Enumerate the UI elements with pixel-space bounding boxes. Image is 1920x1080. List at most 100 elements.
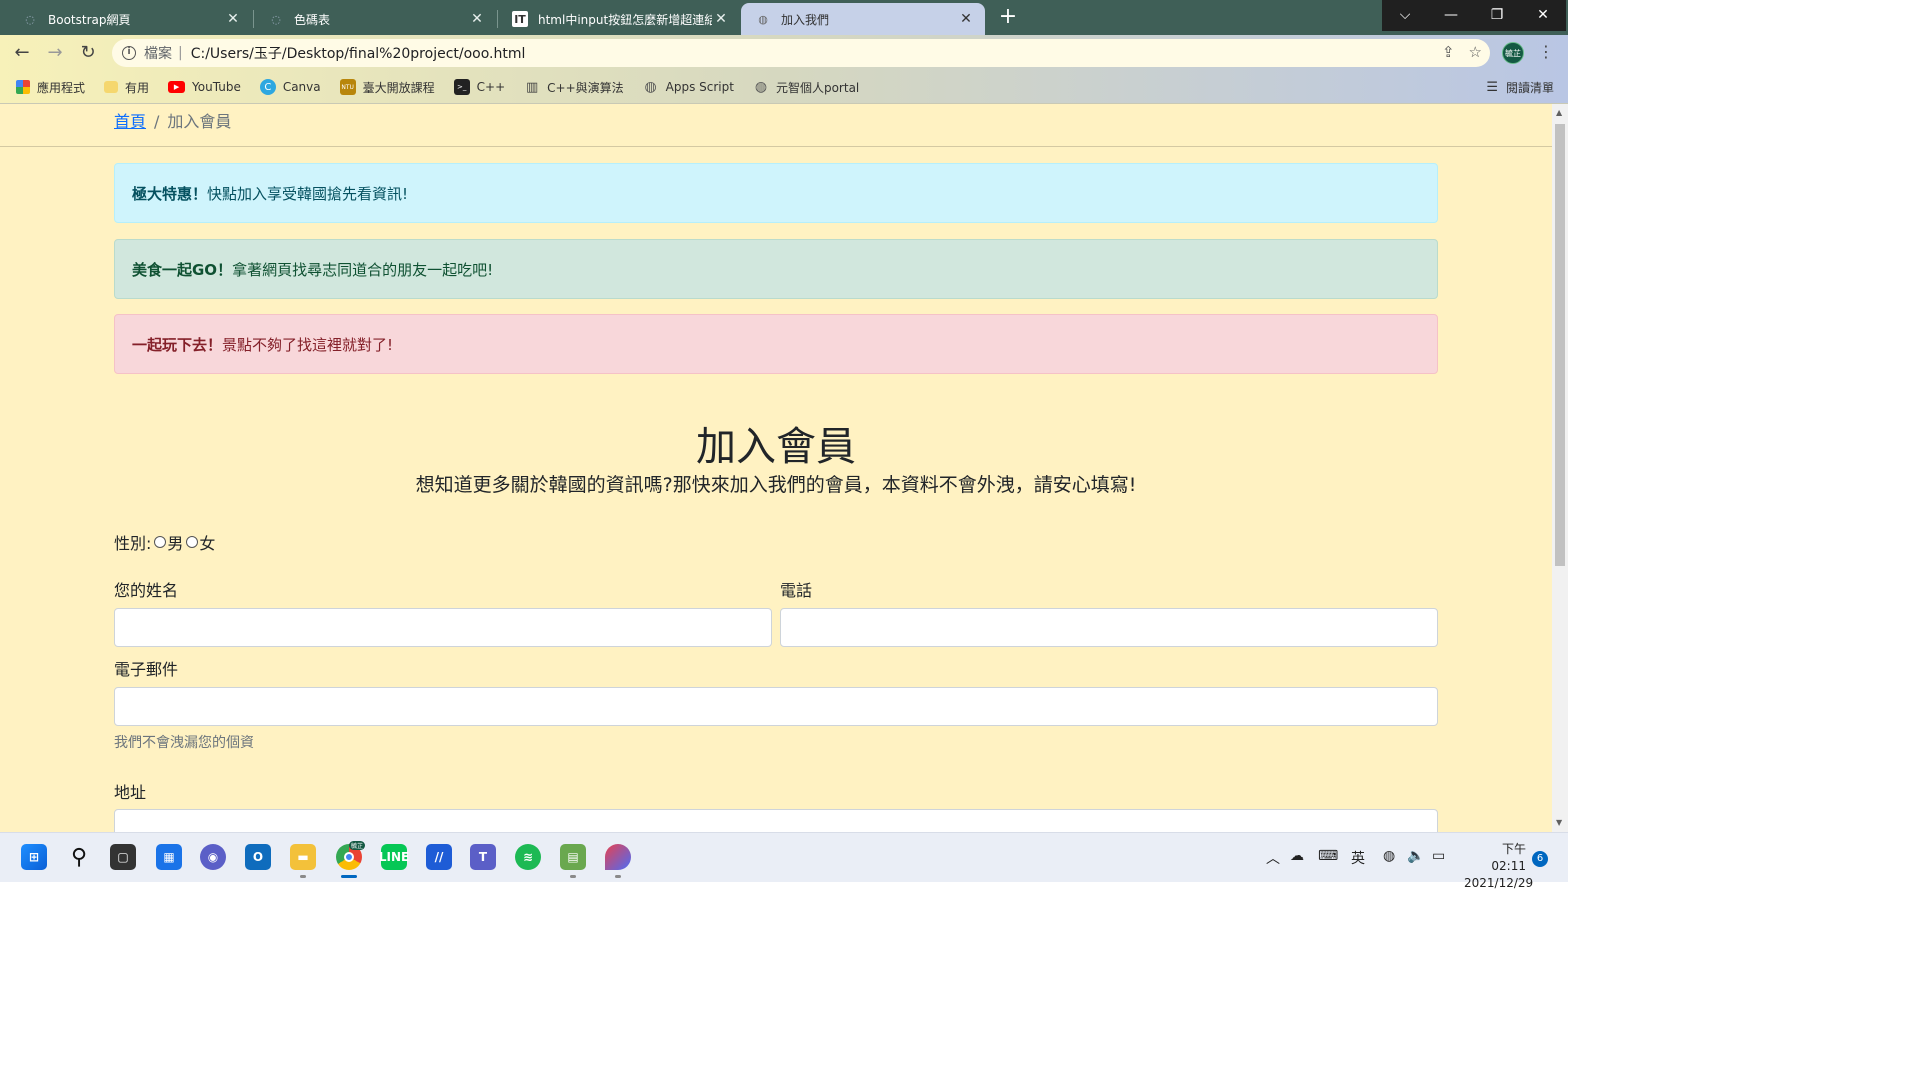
reload-icon[interactable]: ↻ xyxy=(76,41,100,65)
phone-label: 電話 xyxy=(780,581,813,600)
bookmark-ntu-ocw[interactable]: NTU 臺大開放課程 xyxy=(339,79,435,96)
network-globe-icon[interactable]: ◍ xyxy=(1383,848,1395,864)
tab-join-us[interactable]: ◍ 加入我們 ✕ xyxy=(741,3,985,35)
gender-field: 性別: 男 女 xyxy=(114,534,216,553)
url-text[interactable]: C:/Users/玉子/Desktop/final%20project/ooo.… xyxy=(191,43,526,63)
breadcrumb-current: 加入會員 xyxy=(167,112,232,131)
address-label: 地址 xyxy=(114,783,147,802)
close-icon[interactable]: ✕ xyxy=(712,11,730,27)
tab-title: Bootstrap網頁 xyxy=(48,12,131,27)
ink-app-icon[interactable]: // xyxy=(426,844,452,870)
breadcrumb: 首頁 / 加入會員 xyxy=(114,112,232,131)
onedrive-cloud-icon[interactable]: ☁ xyxy=(1290,848,1304,864)
tab-bootstrap[interactable]: ◌ Bootstrap網頁 ✕ xyxy=(8,3,252,35)
chat-icon[interactable]: ◉ xyxy=(200,844,226,870)
bookmarks-bar: 應用程式 有用 ▶ YouTube C Canva NTU 臺大開放課程 >_ … xyxy=(0,71,1568,104)
bookmark-youtube[interactable]: ▶ YouTube xyxy=(168,80,241,94)
photo-app-icon[interactable]: ▤ xyxy=(560,844,586,870)
canva-icon: C xyxy=(259,79,276,95)
ntu-ocw-icon: NTU xyxy=(339,79,356,95)
colorcode-favicon-icon: ◌ xyxy=(271,12,281,26)
alert-danger: 一起玩下去！ 景點不夠了找這裡就對了! xyxy=(114,314,1438,374)
system-clock[interactable]: 下午 02:11 2021/12/29 xyxy=(1464,841,1533,892)
notification-badge[interactable]: 6 xyxy=(1532,851,1548,867)
bookmark-apps-script[interactable]: ◍ Apps Script xyxy=(643,79,734,95)
tab-html-input[interactable]: IT html中input按鈕怎麼新增超連結 ✕ xyxy=(498,3,740,35)
reading-list-button[interactable]: ☰ 閱讀清單 xyxy=(1486,79,1554,96)
task-view-icon[interactable]: ▢ xyxy=(110,844,136,870)
ime-indicator[interactable]: 英 xyxy=(1351,848,1365,868)
terminal-icon: >_ xyxy=(453,79,470,95)
windows-taskbar: ⊞ ⚲ ▢ ▦ ◉ O ▬ 毓芷 LINE // T ≋ ▤ ︿ ☁ ⌨ 英 ◍… xyxy=(0,832,1568,890)
page-lead: 想知道更多關於韓國的資訊嗎?那快來加入我們的會員，本資料不會外洩，請安心填寫! xyxy=(415,474,1137,496)
scroll-down-arrow-icon[interactable]: ▼ xyxy=(1556,818,1562,827)
info-icon[interactable]: i xyxy=(122,46,136,60)
back-arrow-icon[interactable]: ← xyxy=(10,41,34,65)
battery-icon[interactable]: ▭ xyxy=(1432,848,1445,864)
breadcrumb-home-link[interactable]: 首頁 xyxy=(114,112,146,131)
bootstrap-favicon-icon: ◌ xyxy=(25,12,35,26)
bookmark-useful[interactable]: 有用 xyxy=(104,79,149,96)
page-title: 加入會員 xyxy=(696,424,856,470)
bookmark-apps[interactable]: 應用程式 xyxy=(16,79,85,96)
bookmark-cpp[interactable]: >_ C++ xyxy=(453,79,505,95)
alert-info: 極大特惠！ 快點加入享受韓國搶先看資訊! xyxy=(114,163,1438,223)
bookmark-cpp-algorithms[interactable]: ▥ C++與演算法 xyxy=(524,79,624,96)
profile-avatar[interactable]: 毓芷 xyxy=(1502,42,1524,64)
bookmark-canva[interactable]: C Canva xyxy=(259,79,321,95)
page-scrollbar[interactable]: ▲ ▼ xyxy=(1552,104,1568,832)
close-icon[interactable]: ✕ xyxy=(468,11,486,27)
widgets-icon[interactable]: ▦ xyxy=(156,844,182,870)
email-input[interactable] xyxy=(114,687,1438,726)
scroll-up-arrow-icon[interactable]: ▲ xyxy=(1556,108,1562,117)
tab-title: 色碼表 xyxy=(294,12,331,27)
phone-input[interactable] xyxy=(780,608,1438,647)
chrome-profile-badge: 毓芷 xyxy=(349,841,366,850)
start-windows-icon[interactable]: ⊞ xyxy=(21,844,47,870)
address-bar[interactable]: i 檔案 | C:/Users/玉子/Desktop/final%20proje… xyxy=(112,39,1490,67)
divider xyxy=(0,146,1552,147)
bookmark-yzu-portal[interactable]: ◍ 元智個人portal xyxy=(753,79,859,96)
scroll-thumb[interactable] xyxy=(1555,124,1565,566)
tab-search-button[interactable]: ⌵ xyxy=(1382,0,1428,31)
share-icon[interactable]: ⇪ xyxy=(1442,43,1455,61)
address-input[interactable] xyxy=(114,809,1438,832)
tab-strip: ◌ Bootstrap網頁 ✕ ◌ 色碼表 ✕ IT html中input按鈕怎… xyxy=(0,0,1568,35)
name-label: 您的姓名 xyxy=(114,581,179,600)
close-window-button[interactable]: ✕ xyxy=(1520,0,1566,31)
apps-grid-icon xyxy=(16,80,30,94)
tab-color-table[interactable]: ◌ 色碼表 ✕ xyxy=(254,3,496,35)
it-favicon-icon: IT xyxy=(512,11,528,27)
youtube-icon: ▶ xyxy=(168,81,186,93)
search-icon[interactable]: ⚲ xyxy=(66,844,92,870)
scheme-label: 檔案 xyxy=(144,46,172,62)
email-label: 電子郵件 xyxy=(114,660,179,679)
minimize-button[interactable]: — xyxy=(1428,0,1474,31)
email-help-text: 我們不會洩漏您的個資 xyxy=(114,735,254,751)
tray-chevron-icon[interactable]: ︿ xyxy=(1266,848,1280,868)
alert-success: 美食一起GO！ 拿著網頁找尋志同道合的朋友一起吃吧! xyxy=(114,239,1438,299)
gender-female-radio[interactable] xyxy=(186,536,199,548)
spotify-icon[interactable]: ≋ xyxy=(515,844,541,870)
globe-icon: ◍ xyxy=(644,79,657,95)
star-icon[interactable]: ☆ xyxy=(1469,43,1482,61)
tab-title: 加入我們 xyxy=(781,12,830,27)
outlook-icon[interactable]: O xyxy=(245,844,271,870)
name-input[interactable] xyxy=(114,608,772,647)
volume-icon[interactable]: 🔈 xyxy=(1407,848,1424,864)
keyboard-icon[interactable]: ⌨ xyxy=(1318,848,1338,864)
menu-kebab-icon[interactable]: ⋮ xyxy=(1538,42,1554,61)
restore-button[interactable]: ❐ xyxy=(1474,0,1520,31)
paint-app-icon[interactable] xyxy=(605,844,631,870)
page-viewport: 首頁 / 加入會員 極大特惠！ 快點加入享受韓國搶先看資訊! 美食一起GO！ 拿著網頁找… xyxy=(0,104,1552,832)
close-icon[interactable]: ✕ xyxy=(224,11,242,27)
new-tab-button[interactable]: + xyxy=(994,4,1022,32)
teams-icon[interactable]: T xyxy=(470,844,496,870)
forward-arrow-icon[interactable]: → xyxy=(43,41,67,65)
line-app-icon[interactable]: LINE xyxy=(379,844,409,870)
browser-toolbar: ← → ↻ i 檔案 | C:/Users/玉子/Desktop/final%2… xyxy=(0,35,1568,71)
close-icon[interactable]: ✕ xyxy=(957,11,975,27)
globe-icon: ◍ xyxy=(754,79,768,95)
file-explorer-icon[interactable]: ▬ xyxy=(290,844,316,870)
gender-male-radio[interactable] xyxy=(154,536,167,548)
